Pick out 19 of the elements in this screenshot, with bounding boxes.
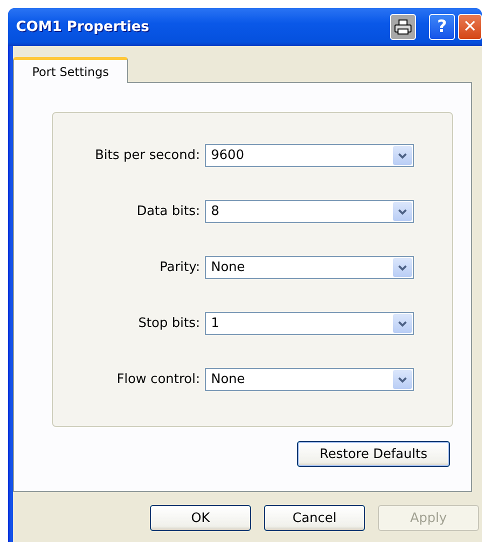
- dropdown[interactable]: 1: [205, 312, 414, 335]
- dropdown[interactable]: None: [205, 256, 414, 279]
- field-label: Data bits:: [136, 204, 201, 219]
- field-label: Parity:: [158, 260, 201, 275]
- dropdown[interactable]: None: [205, 368, 414, 391]
- dropdown[interactable]: 9600: [205, 144, 414, 167]
- print-button[interactable]: [390, 14, 416, 40]
- printer-icon: [394, 19, 412, 35]
- restore-defaults-button[interactable]: Restore Defaults: [297, 441, 450, 467]
- dialog-button[interactable]: Cancel: [264, 505, 365, 531]
- field-label: Flow control:: [116, 372, 201, 387]
- window-title: COM1 Properties: [16, 19, 150, 35]
- dialog-button[interactable]: OK: [150, 505, 251, 531]
- dropdown[interactable]: 8: [205, 200, 414, 223]
- field-label: Stop bits:: [137, 316, 201, 331]
- close-button[interactable]: ✕: [458, 14, 482, 40]
- field-label: Bits per second:: [94, 148, 201, 163]
- tab[interactable]: Port Settings: [13, 57, 128, 83]
- help-button[interactable]: ?: [429, 14, 455, 40]
